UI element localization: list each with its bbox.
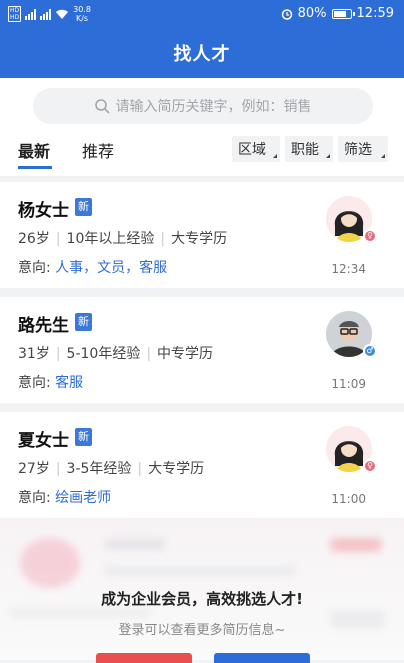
post-time: 12:34 bbox=[331, 262, 366, 276]
candidate-experience: 10年以上经验 bbox=[66, 231, 155, 247]
candidate-intent: 意向: 客服 bbox=[18, 372, 83, 392]
candidate-card[interactable]: 夏女士 新 27岁 | 3-5年经验 | 大专学历 意向: 绘画老师 ♀ 11:00 bbox=[0, 412, 404, 518]
candidate-age: 27岁 bbox=[18, 461, 50, 477]
dropdown-icon bbox=[273, 154, 277, 158]
member-promo-subtext: 登录可以查看更多简历信息~ bbox=[118, 623, 286, 638]
candidate-info: 31岁 | 5-10年经验 | 中专学历 bbox=[18, 346, 214, 362]
search-input[interactable]: 请输入简历关键字，例如：销售 bbox=[33, 88, 373, 124]
candidate-age: 26岁 bbox=[18, 231, 50, 247]
candidate-education: 中专学历 bbox=[157, 346, 214, 362]
battery-icon bbox=[331, 8, 355, 19]
dropdown-icon bbox=[326, 154, 330, 158]
female-icon: ♀ bbox=[363, 459, 377, 473]
filter-more-label: 筛选 bbox=[344, 142, 372, 158]
member-promo-headline: 成为企业会员，高效挑选人才! bbox=[101, 590, 303, 608]
candidate-education: 大专学历 bbox=[171, 231, 228, 247]
filter-more[interactable]: 筛选 bbox=[338, 136, 388, 162]
page-title: 找人才 bbox=[173, 44, 231, 65]
female-icon: ♀ bbox=[363, 229, 377, 243]
intent-value: 客服 bbox=[55, 375, 84, 391]
intent-label: 意向: bbox=[18, 375, 51, 391]
search-icon bbox=[94, 98, 110, 114]
tab-active-indicator bbox=[18, 166, 52, 169]
net-speed: 30.8 K/s bbox=[73, 5, 91, 23]
candidate-intent: 意向: 绘画老师 bbox=[18, 487, 111, 507]
hd-icon: HD HD bbox=[8, 6, 22, 22]
filter-region-label: 区域 bbox=[238, 142, 266, 158]
wifi-icon bbox=[56, 9, 69, 19]
candidate-info: 26岁 | 10年以上经验 | 大专学历 bbox=[18, 231, 228, 247]
candidate-intent: 意向: 人事，文员，客服 bbox=[18, 257, 167, 277]
candidate-name: 路先生 bbox=[18, 316, 69, 336]
candidate-card[interactable]: 路先生 新 31岁 | 5-10年经验 | 中专学历 意向: 客服 ♂ 11:09 bbox=[0, 297, 404, 403]
post-time: 11:09 bbox=[331, 377, 366, 391]
candidate-name: 杨女士 bbox=[18, 201, 69, 221]
filter-function[interactable]: 职能 bbox=[285, 136, 333, 162]
candidate-experience: 5-10年经验 bbox=[66, 346, 141, 362]
search-placeholder: 请输入简历关键字，例如：销售 bbox=[115, 99, 312, 115]
candidate-name: 夏女士 bbox=[18, 431, 69, 451]
post-time: 11:00 bbox=[331, 492, 366, 506]
filter-region[interactable]: 区域 bbox=[232, 136, 280, 162]
status-bar: HD HD 30.8 K/s 80% 12:59 bbox=[0, 0, 404, 30]
male-icon: ♂ bbox=[363, 344, 377, 358]
primary-action-button[interactable] bbox=[96, 653, 192, 663]
intent-value: 绘画老师 bbox=[55, 490, 112, 506]
candidate-experience: 3-5年经验 bbox=[66, 461, 132, 477]
signal-icon-2 bbox=[40, 8, 52, 20]
new-badge: 新 bbox=[75, 198, 92, 216]
search-filter-area: 请输入简历关键字，例如：销售 最新 推荐 区域 职能 筛选 bbox=[0, 78, 404, 176]
intent-value: 人事，文员，客服 bbox=[55, 260, 168, 276]
intent-label: 意向: bbox=[18, 260, 51, 276]
battery-percent: 80% bbox=[297, 6, 327, 21]
secondary-action-button[interactable] bbox=[214, 653, 310, 663]
candidate-info: 27岁 | 3-5年经验 | 大专学历 bbox=[18, 461, 205, 477]
clock: 12:59 bbox=[356, 6, 394, 21]
new-badge: 新 bbox=[75, 428, 92, 446]
candidate-age: 31岁 bbox=[18, 346, 50, 362]
dropdown-icon bbox=[381, 154, 385, 158]
new-badge: 新 bbox=[75, 313, 92, 331]
tab-recommended[interactable]: 推荐 bbox=[82, 138, 114, 162]
app-header: HD HD 30.8 K/s 80% 12:59 找人才 bbox=[0, 0, 404, 78]
intent-label: 意向: bbox=[18, 490, 51, 506]
candidate-education: 大专学历 bbox=[148, 461, 205, 477]
tab-latest[interactable]: 最新 bbox=[18, 138, 50, 162]
candidate-card[interactable]: 杨女士 新 26岁 | 10年以上经验 | 大专学历 意向: 人事，文员，客服 ♀ 12… bbox=[0, 182, 404, 288]
signal-icon bbox=[25, 8, 37, 20]
alarm-icon bbox=[281, 8, 292, 20]
filter-function-label: 职能 bbox=[291, 142, 319, 158]
